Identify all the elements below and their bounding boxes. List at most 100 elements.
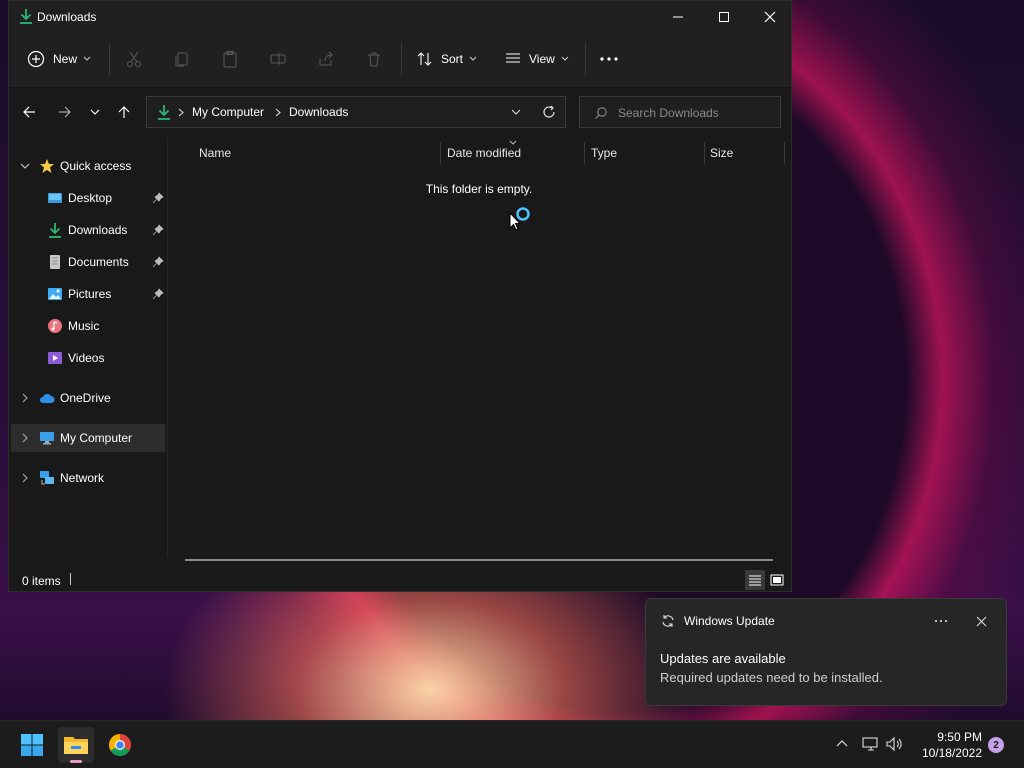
active-indicator	[70, 760, 82, 763]
chevron-right-icon	[22, 433, 28, 443]
pane-splitter[interactable]	[167, 138, 168, 556]
breadcrumb-downloads[interactable]: Downloads	[289, 105, 348, 119]
view-label: View	[529, 52, 555, 66]
share-icon	[319, 51, 333, 66]
column-divider[interactable]	[440, 142, 441, 164]
column-divider[interactable]	[704, 142, 705, 164]
sidebar-item-my-computer[interactable]: My Computer	[11, 424, 165, 452]
cloud-icon	[40, 393, 55, 403]
videos-icon	[48, 352, 62, 364]
sort-label: Sort	[441, 52, 464, 66]
sidebar-item-onedrive[interactable]: OneDrive	[11, 384, 165, 412]
close-icon[interactable]	[976, 616, 987, 627]
column-header-date-modified[interactable]: Date modified	[447, 146, 521, 160]
pin-icon[interactable]	[152, 288, 164, 300]
sidebar-item-quick-access[interactable]: Quick access	[11, 152, 165, 180]
search-input[interactable]	[616, 104, 770, 122]
sidebar-item-downloads[interactable]: Downloads	[11, 216, 165, 244]
volume-icon[interactable]	[886, 736, 904, 752]
download-icon	[20, 9, 32, 24]
chevron-down-icon	[561, 56, 569, 61]
star-icon	[40, 159, 54, 173]
clock[interactable]: 9:50 PM 10/18/2022	[912, 729, 982, 761]
new-button[interactable]: New	[27, 33, 91, 85]
more-options-button[interactable]	[599, 33, 619, 85]
pin-icon[interactable]	[152, 224, 164, 236]
chevron-down-icon[interactable]	[511, 108, 521, 116]
sidebar-item-network[interactable]: Network	[11, 464, 165, 492]
chevron-right-icon	[22, 393, 28, 403]
folder-icon	[64, 737, 88, 754]
download-icon	[158, 105, 170, 120]
column-header-name[interactable]: Name	[199, 146, 231, 160]
chevron-down-icon	[83, 56, 91, 61]
chevron-up-icon[interactable]	[836, 739, 848, 747]
notification-title: Updates are available	[660, 651, 786, 666]
view-button[interactable]: View	[505, 33, 569, 85]
back-button[interactable]	[15, 98, 43, 126]
rename-button[interactable]	[269, 33, 287, 85]
pin-icon[interactable]	[152, 256, 164, 268]
refresh-icon[interactable]	[542, 105, 556, 119]
notification-app-name: Windows Update	[684, 614, 775, 628]
window-title: Downloads	[37, 10, 97, 24]
notification-toast[interactable]: Windows Update Updates are available Req…	[645, 598, 1007, 706]
sync-icon	[662, 615, 674, 627]
sidebar-item-videos[interactable]: Videos	[11, 344, 165, 372]
sidebar-item-label: Quick access	[60, 159, 132, 173]
sort-button[interactable]: Sort	[417, 33, 477, 85]
paste-button[interactable]	[221, 33, 239, 85]
taskbar-chrome[interactable]	[102, 727, 138, 763]
clock-time: 9:50 PM	[937, 730, 982, 744]
close-icon	[764, 11, 776, 23]
start-button[interactable]	[14, 727, 50, 763]
horizontal-scrollbar[interactable]	[185, 559, 773, 561]
column-header-type[interactable]: Type	[591, 146, 617, 160]
network-status-icon[interactable]	[862, 736, 880, 752]
sidebar-item-pictures[interactable]: Pictures	[11, 280, 165, 308]
cut-button[interactable]	[125, 33, 143, 85]
recent-locations-button[interactable]	[81, 98, 109, 126]
music-icon	[48, 319, 62, 333]
copy-button[interactable]	[173, 33, 191, 85]
column-divider[interactable]	[584, 142, 585, 164]
minimize-icon	[673, 16, 683, 18]
command-bar: New Sort View	[9, 33, 791, 86]
sidebar-item-music[interactable]: Music	[11, 312, 165, 340]
forward-button[interactable]	[51, 98, 79, 126]
details-view-button[interactable]	[745, 570, 765, 590]
title-bar[interactable]: Downloads	[9, 1, 791, 33]
maximize-button[interactable]	[701, 1, 747, 33]
column-divider[interactable]	[784, 142, 785, 164]
notification-count-badge[interactable]: 2	[988, 737, 1004, 753]
chevron-right-icon	[275, 108, 281, 117]
taskbar-file-explorer[interactable]	[58, 727, 94, 763]
sidebar-item-label: Pictures	[68, 287, 112, 301]
address-bar[interactable]: My Computer Downloads	[146, 96, 566, 128]
document-icon	[50, 255, 60, 269]
column-header-size[interactable]: Size	[710, 146, 733, 160]
share-button[interactable]	[317, 33, 335, 85]
tiles-view-button[interactable]	[767, 570, 787, 590]
close-button[interactable]	[747, 1, 793, 33]
breadcrumb-my-computer[interactable]: My Computer	[192, 105, 264, 119]
clipboard-icon	[223, 51, 237, 68]
minimize-button[interactable]	[655, 1, 701, 33]
navigation-pane: Quick access Desktop Downloads Documents…	[9, 138, 167, 556]
item-count: 0 items	[22, 574, 61, 588]
details-view-icon	[749, 575, 761, 586]
search-box[interactable]	[579, 96, 781, 128]
delete-button[interactable]	[365, 33, 383, 85]
pin-icon[interactable]	[152, 192, 164, 204]
navigation-bar: My Computer Downloads	[9, 86, 791, 138]
sidebar-item-documents[interactable]: Documents	[11, 248, 165, 276]
plus-circle-icon	[27, 50, 45, 68]
sort-icon	[417, 52, 432, 66]
more-icon[interactable]	[934, 619, 948, 623]
arrow-up-icon	[118, 106, 130, 118]
chevron-down-icon	[20, 163, 30, 169]
up-button[interactable]	[110, 98, 138, 126]
sidebar-item-desktop[interactable]: Desktop	[11, 184, 165, 212]
maximize-icon	[719, 12, 729, 22]
toolbar-separator	[585, 43, 586, 75]
